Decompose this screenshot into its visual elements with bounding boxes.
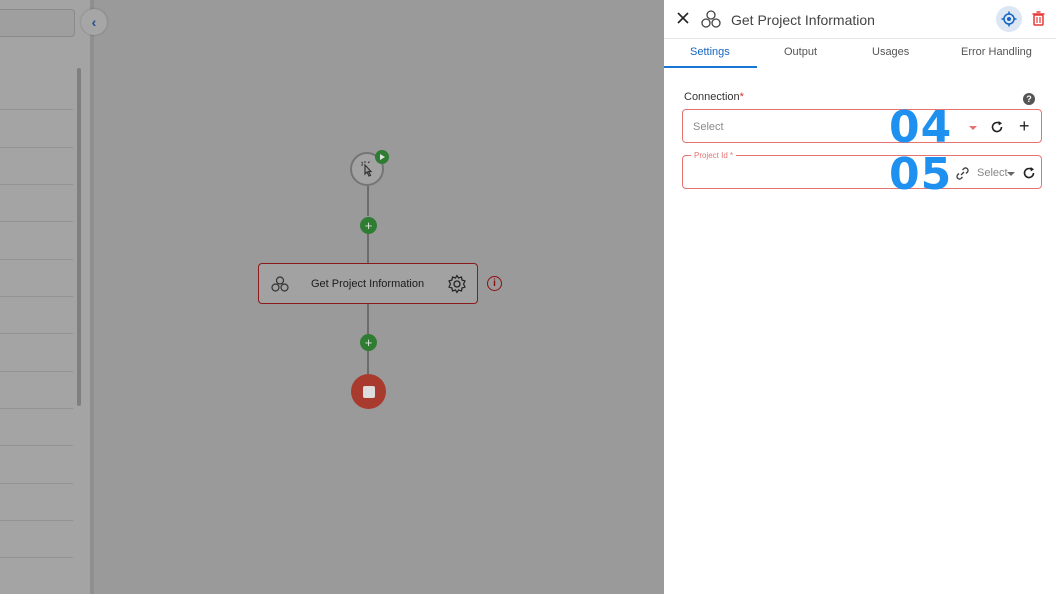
chevron-down-icon[interactable] xyxy=(1007,172,1015,176)
sidebar-scrollbar[interactable] xyxy=(77,68,81,406)
list-divider xyxy=(0,520,73,521)
list-divider xyxy=(0,147,73,148)
flow-connector xyxy=(367,233,369,263)
chevron-down-icon[interactable] xyxy=(969,126,977,130)
add-step-button[interactable]: + xyxy=(360,217,377,234)
list-divider xyxy=(0,445,73,446)
connector-app-icon xyxy=(701,10,721,33)
stop-node[interactable] xyxy=(351,374,386,409)
tab-error-handling[interactable]: Error Handling xyxy=(961,46,1032,58)
list-divider xyxy=(0,296,73,297)
close-icon[interactable] xyxy=(676,11,690,25)
help-icon[interactable]: ? xyxy=(1023,93,1035,105)
refresh-icon[interactable] xyxy=(990,120,1004,139)
left-sidebar xyxy=(0,0,90,594)
panel-tabs: Settings Output Usages Error Handling xyxy=(664,38,1056,68)
panel-title: Get Project Information xyxy=(731,12,875,28)
list-divider xyxy=(0,259,73,260)
step-settings-panel: Get Project Information Settings Output … xyxy=(664,0,1056,594)
list-divider xyxy=(0,109,73,110)
list-divider xyxy=(0,184,73,185)
connector-app-icon xyxy=(271,276,289,297)
add-connection-icon[interactable]: + xyxy=(1019,117,1030,135)
sidebar-search-box[interactable] xyxy=(0,9,75,37)
flow-connector xyxy=(367,304,369,334)
project-id-field[interactable]: Project Id * Select xyxy=(682,151,1042,189)
flow-connector xyxy=(367,186,369,216)
play-icon[interactable] xyxy=(375,150,389,164)
required-mark: * xyxy=(739,91,744,103)
refresh-icon[interactable] xyxy=(1022,166,1036,185)
connection-label-text: Connection xyxy=(684,91,740,103)
chevron-left-icon: ‹ xyxy=(91,14,97,30)
panel-resize-handle[interactable] xyxy=(90,0,94,594)
list-divider xyxy=(0,483,73,484)
list-divider xyxy=(0,221,73,222)
list-divider xyxy=(0,408,73,409)
step-marker-05: 05 xyxy=(889,149,953,200)
connection-select[interactable]: Select + xyxy=(682,109,1042,143)
link-icon[interactable] xyxy=(955,166,970,186)
panel-header: Get Project Information xyxy=(664,0,1056,39)
stop-icon xyxy=(362,385,375,398)
list-divider xyxy=(0,333,73,334)
step-label: Get Project Information xyxy=(311,278,425,290)
add-step-button[interactable]: + xyxy=(360,334,377,351)
flow-connector xyxy=(367,350,369,374)
collapse-sidebar-button[interactable]: ‹ xyxy=(81,9,107,35)
gear-icon[interactable] xyxy=(447,274,467,299)
tab-output[interactable]: Output xyxy=(784,46,817,58)
list-divider xyxy=(0,371,73,372)
tab-settings[interactable]: Settings xyxy=(690,46,730,58)
connection-label: Connection* xyxy=(684,91,744,103)
error-info-icon[interactable]: i xyxy=(487,276,502,291)
step-node-get-project-information[interactable]: Get Project Information xyxy=(258,263,478,304)
project-id-label: Project Id * xyxy=(691,151,737,160)
connection-placeholder: Select xyxy=(693,121,724,133)
target-icon xyxy=(1001,11,1017,27)
active-tab-indicator xyxy=(664,66,757,68)
step-marker-04: 04 xyxy=(889,102,953,153)
project-id-select[interactable]: Select xyxy=(977,167,1008,179)
trash-icon[interactable] xyxy=(1032,11,1045,31)
locate-step-button[interactable] xyxy=(996,6,1022,32)
list-divider xyxy=(0,557,73,558)
pointer-click-icon xyxy=(361,161,373,177)
tab-usages[interactable]: Usages xyxy=(872,46,909,58)
